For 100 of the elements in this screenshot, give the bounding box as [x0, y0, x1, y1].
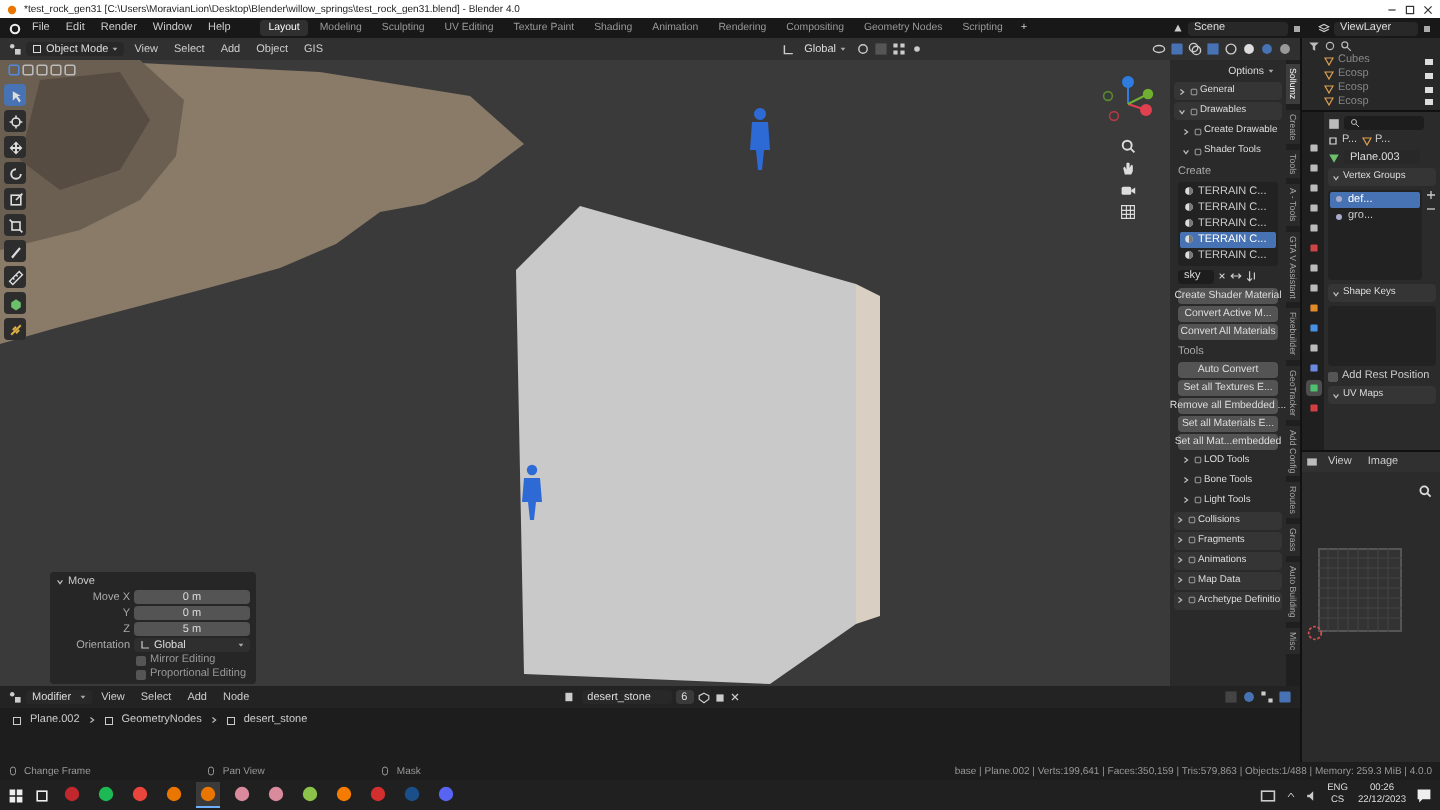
caret-icon — [79, 694, 86, 700]
scene-icon — [1172, 22, 1184, 34]
panel-icon — [1193, 147, 1201, 155]
checkbox[interactable] — [136, 669, 146, 679]
taskbar-app[interactable] — [196, 782, 220, 808]
editor-type-icon[interactable] — [1306, 456, 1318, 468]
object-icon — [32, 44, 42, 54]
task-view-icon[interactable] — [34, 787, 50, 803]
properties-tab[interactable] — [1305, 160, 1321, 176]
tool-button[interactable] — [4, 266, 26, 288]
mesh-icon — [1361, 135, 1372, 145]
grid-icon[interactable] — [892, 42, 906, 56]
grid-icon[interactable] — [1120, 204, 1136, 220]
axes-icon — [782, 43, 795, 55]
rotate-icon — [7, 165, 23, 181]
windows-start-icon[interactable] — [8, 787, 24, 803]
tool-button[interactable] — [4, 136, 26, 158]
cursor-icon — [7, 87, 23, 103]
properties-tab[interactable] — [1305, 340, 1321, 356]
proportional-icon[interactable] — [910, 42, 924, 56]
shield-icon[interactable] — [697, 691, 710, 703]
properties-tab[interactable] — [1305, 200, 1321, 216]
caret-icon — [238, 642, 244, 648]
scale-icon — [7, 191, 23, 207]
properties-tab[interactable] — [1305, 260, 1321, 276]
keyboard-icon[interactable] — [1259, 787, 1276, 803]
copy-icon[interactable] — [713, 691, 726, 703]
sphere-icon — [1184, 218, 1194, 229]
notification-icon[interactable] — [1416, 787, 1432, 803]
properties-tab[interactable] — [1305, 280, 1321, 296]
caret-icon — [840, 46, 846, 52]
tool-button[interactable] — [4, 240, 26, 262]
layers-icon — [1318, 22, 1330, 34]
editor-type-icon[interactable] — [8, 690, 22, 704]
search-icon — [1350, 118, 1360, 128]
tool-button[interactable] — [4, 292, 26, 314]
checkbox[interactable] — [1328, 371, 1338, 381]
plus-icon[interactable] — [1426, 190, 1436, 200]
hatch-icon — [7, 321, 23, 337]
crosshair-icon — [7, 113, 23, 129]
tool-button[interactable] — [4, 162, 26, 184]
editor-type-icon[interactable] — [1328, 117, 1340, 129]
search-icon[interactable] — [1340, 40, 1352, 53]
chevron-up-icon[interactable] — [1285, 790, 1296, 800]
person-figure — [750, 108, 770, 170]
sort-icon[interactable] — [1230, 270, 1242, 282]
tool-button[interactable] — [4, 110, 26, 132]
properties-tab[interactable] — [1305, 240, 1321, 256]
tool-button[interactable] — [4, 188, 26, 210]
visibility-icon[interactable] — [1152, 42, 1166, 56]
properties-tab[interactable] — [1305, 320, 1321, 336]
solid-icon[interactable] — [1242, 42, 1256, 56]
panel-icon — [1193, 456, 1201, 464]
toggle-icon[interactable] — [1224, 690, 1238, 704]
speaker-icon[interactable] — [1305, 789, 1318, 801]
minus-icon[interactable] — [1426, 204, 1436, 214]
view-icon[interactable] — [1324, 40, 1336, 53]
panel-icon — [1187, 576, 1195, 584]
close-icon[interactable] — [1422, 3, 1434, 15]
copy-icon[interactable] — [1422, 23, 1432, 33]
caret-icon — [1268, 68, 1274, 74]
pin-icon[interactable] — [1292, 23, 1302, 33]
tool-button[interactable] — [4, 84, 26, 106]
panel-icon — [1193, 496, 1201, 504]
checkbox[interactable] — [136, 655, 146, 665]
properties-tab[interactable] — [1305, 140, 1321, 156]
properties-tab[interactable] — [1305, 220, 1321, 236]
properties-tab[interactable] — [1305, 360, 1321, 376]
panel-icon — [1187, 516, 1195, 524]
camera-icon[interactable] — [1120, 182, 1136, 198]
sphere-icon — [1184, 186, 1194, 197]
properties-tab[interactable] — [1305, 380, 1321, 396]
maximize-icon[interactable] — [1404, 3, 1416, 15]
properties-tab[interactable] — [1305, 300, 1321, 316]
overlay-icon[interactable] — [1188, 42, 1202, 56]
cube-icon — [7, 295, 23, 311]
snap-icon[interactable] — [1260, 690, 1274, 704]
transform-icon — [7, 217, 23, 233]
wireframe-icon[interactable] — [1224, 42, 1238, 56]
properties-tab[interactable] — [1305, 400, 1321, 416]
tool-button[interactable] — [4, 318, 26, 340]
sphere-icon — [1184, 234, 1194, 245]
filter-icon[interactable] — [1308, 40, 1320, 53]
mouse-icon — [206, 766, 217, 776]
rendered-icon[interactable] — [1278, 42, 1292, 56]
tool-button[interactable] — [4, 214, 26, 236]
node-icon — [12, 715, 22, 725]
zoom-icon[interactable] — [1120, 138, 1136, 154]
hand-icon[interactable] — [1120, 160, 1136, 176]
sort-order-icon[interactable] — [1246, 270, 1258, 282]
search-field[interactable] — [1344, 116, 1424, 130]
panel-icon — [1193, 476, 1201, 484]
minimize-icon[interactable] — [1386, 3, 1398, 15]
ruler-icon — [7, 269, 23, 285]
zoom-icon[interactable] — [1418, 484, 1432, 498]
pivot-icon[interactable] — [856, 42, 870, 56]
pencil-icon — [7, 243, 23, 259]
properties-tab[interactable] — [1305, 180, 1321, 196]
uv-grid — [1318, 548, 1402, 632]
editor-type-icon[interactable] — [8, 42, 22, 56]
